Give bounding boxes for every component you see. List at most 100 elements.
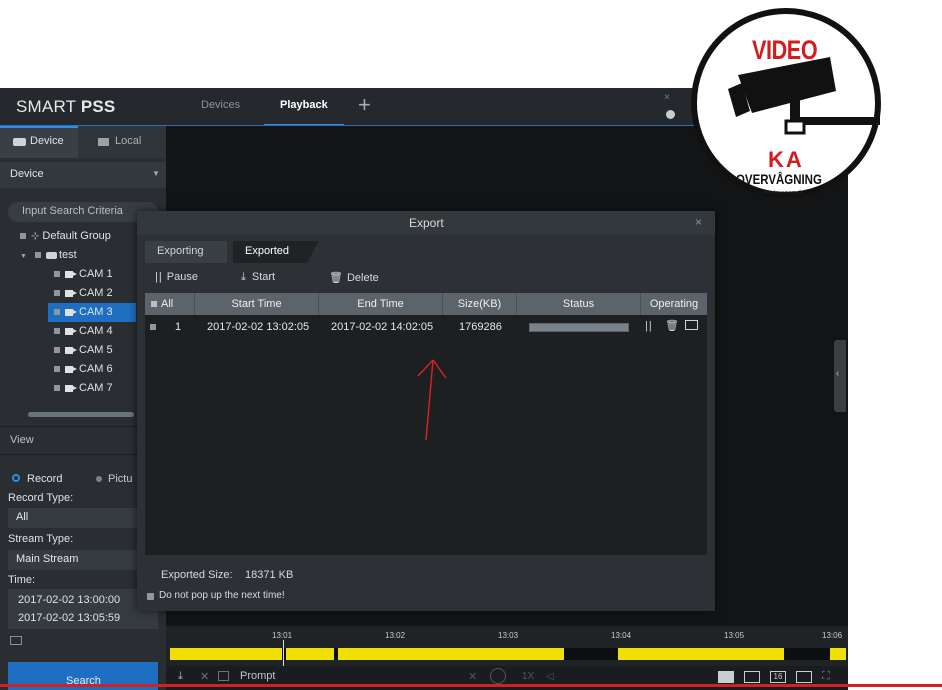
- camera-icon: [65, 384, 77, 392]
- stop-icon[interactable]: ✕: [468, 670, 477, 683]
- group-icon: ⊹: [31, 231, 40, 242]
- monitor-icon: [98, 138, 109, 146]
- device-icon: [13, 138, 26, 146]
- picture-radio[interactable]: [96, 476, 102, 482]
- checkbox-icon: [54, 385, 60, 392]
- download-icon[interactable]: ⤓: [178, 670, 183, 683]
- tab-devices[interactable]: Devices: [201, 99, 240, 111]
- camera-label: CAM 7: [79, 382, 113, 394]
- side-panel-handle[interactable]: ‹: [834, 340, 846, 412]
- camera-icon: [65, 365, 77, 373]
- expand-icon: ▼: [20, 253, 27, 260]
- channel-logo-badge: VIDEO KA OVERVÅGNING www.kacamera.dk: [690, 5, 882, 198]
- timeline-tick: 13:04: [611, 631, 632, 640]
- record-radio[interactable]: [12, 474, 20, 482]
- record-type-value: All: [16, 511, 29, 523]
- camera-label: CAM 1: [79, 268, 113, 280]
- volume-icon[interactable]: ◁: [546, 671, 554, 682]
- trash-icon[interactable]: 🗑: [665, 319, 679, 332]
- time-range-box[interactable]: 2017-02-02 13:00:00 2017-02-02 13:05:59: [8, 589, 158, 629]
- table-row[interactable]: 1 2017-02-02 13:02:05 2017-02-02 14:02:0…: [145, 315, 707, 339]
- recording-segment: [338, 648, 564, 660]
- delete-button[interactable]: 🗑 Delete: [329, 271, 379, 284]
- tab-device-label: Device: [30, 135, 64, 147]
- fullscreen-icon[interactable]: ⛶: [822, 670, 830, 683]
- timeline-tick: 13:02: [385, 631, 406, 640]
- column-end-time[interactable]: End Time: [319, 293, 443, 315]
- camera-icon: [65, 289, 77, 297]
- checkbox-icon: [54, 290, 60, 297]
- play-icon[interactable]: [490, 668, 506, 684]
- device-select-value: Device: [10, 168, 44, 180]
- row-size: 1769286: [459, 321, 502, 333]
- no-popup-checkbox[interactable]: [147, 593, 154, 600]
- recording-track[interactable]: [170, 648, 846, 660]
- folder-icon[interactable]: [685, 320, 698, 330]
- edit-icon[interactable]: [796, 671, 812, 683]
- playhead[interactable]: [283, 640, 284, 666]
- layout-9-icon[interactable]: [744, 671, 760, 683]
- pause-icon: | |: [155, 271, 162, 283]
- video-progress-bar: [0, 684, 942, 687]
- column-all[interactable]: All: [145, 293, 195, 315]
- column-size[interactable]: Size(KB): [443, 293, 517, 315]
- pause-icon[interactable]: | |: [645, 320, 652, 332]
- device-select[interactable]: Device ▼: [0, 162, 166, 188]
- chevron-down-icon: ▼: [152, 169, 160, 178]
- close-icon[interactable]: ×: [695, 215, 702, 229]
- checkbox-icon: [54, 328, 60, 335]
- exported-size-value: 18371 KB: [245, 569, 294, 581]
- table-header: All Start Time End Time Size(KB) Status …: [145, 293, 707, 315]
- column-status[interactable]: Status: [517, 293, 641, 315]
- status-progress-bar: [529, 323, 629, 332]
- camera-icon: [65, 308, 77, 316]
- dialog-title-bar: Export: [137, 211, 715, 235]
- prompt-label: Prompt: [240, 670, 276, 682]
- search-placeholder: Input Search Criteria: [22, 205, 123, 217]
- timeline-tick: 13:03: [498, 631, 519, 640]
- timeline-tick: 13:05: [724, 631, 745, 640]
- minimize-icon[interactable]: ×: [664, 92, 674, 103]
- stream-type-label: Stream Type:: [8, 533, 74, 545]
- stream-type-select[interactable]: Main Stream: [8, 550, 138, 570]
- tree-device-label: test: [58, 249, 77, 261]
- checkbox-icon: [54, 271, 60, 278]
- camera-icon: [65, 346, 77, 354]
- tree-scrollbar[interactable]: [28, 412, 134, 417]
- column-start-time[interactable]: Start Time: [195, 293, 319, 315]
- row-checkbox[interactable]: [150, 324, 156, 330]
- start-button[interactable]: ⤓ Start: [241, 271, 275, 284]
- tab-exporting[interactable]: Exporting: [145, 241, 227, 263]
- search-input[interactable]: Input Search Criteria: [8, 202, 158, 222]
- picture-radio-label: Pictu: [108, 473, 133, 485]
- tree-camera-selected[interactable]: CAM 3: [48, 303, 136, 322]
- calendar-icon[interactable]: [10, 636, 22, 645]
- pause-button[interactable]: | | Pause: [155, 271, 198, 283]
- source-tabs: Device Local: [0, 126, 166, 158]
- layout-4-icon[interactable]: [718, 671, 734, 683]
- tree-group-label: Default Group: [42, 230, 111, 242]
- snapshot-icon[interactable]: [218, 671, 229, 681]
- row-end-time: 2017-02-02 14:02:05: [331, 321, 434, 333]
- select-all-checkbox[interactable]: [151, 301, 157, 308]
- tab-exported[interactable]: Exported: [233, 241, 319, 263]
- record-type-select[interactable]: All: [8, 508, 138, 528]
- view-section-label[interactable]: View: [10, 434, 34, 446]
- tab-playback[interactable]: Playback: [280, 99, 328, 111]
- badge-brand: KA: [768, 147, 804, 172]
- cut-icon[interactable]: ✕: [200, 670, 209, 683]
- checkbox-icon: [20, 233, 26, 240]
- checkbox-icon: [34, 252, 41, 259]
- recording-segment: [286, 648, 334, 660]
- exported-size-label: Exported Size:: [161, 569, 233, 581]
- tab-local[interactable]: Local: [115, 135, 141, 147]
- column-operating[interactable]: Operating: [641, 293, 707, 315]
- layout-16-icon[interactable]: 16: [770, 671, 786, 683]
- camera-label: CAM 6: [79, 363, 113, 375]
- record-type-label: Record Type:: [8, 492, 74, 504]
- add-tab-button[interactable]: +: [358, 92, 371, 118]
- user-icon[interactable]: [666, 110, 675, 119]
- timeline-tick: 13:06: [822, 631, 843, 640]
- camera-label: CAM 2: [79, 287, 113, 299]
- device-icon: [45, 251, 57, 259]
